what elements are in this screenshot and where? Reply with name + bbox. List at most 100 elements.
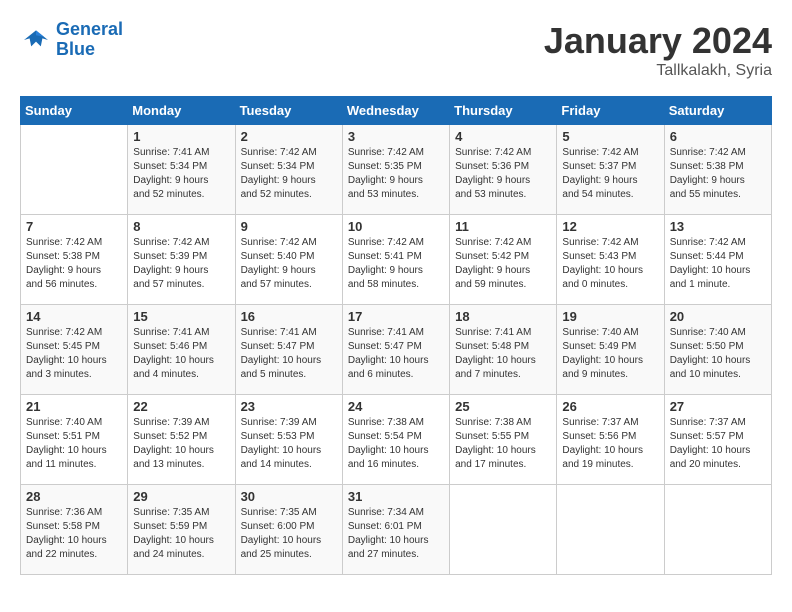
calendar-cell: 24Sunrise: 7:38 AMSunset: 5:54 PMDayligh… — [342, 395, 449, 485]
calendar-cell — [664, 485, 771, 575]
day-info: Sunrise: 7:38 AMSunset: 5:54 PMDaylight:… — [348, 416, 444, 472]
day-info: Sunrise: 7:41 AMSunset: 5:47 PMDaylight:… — [348, 326, 444, 382]
day-info: Sunrise: 7:40 AMSunset: 5:50 PMDaylight:… — [670, 326, 766, 382]
day-number: 25 — [455, 399, 551, 414]
week-row-1: 1Sunrise: 7:41 AMSunset: 5:34 PMDaylight… — [21, 125, 772, 215]
day-number: 28 — [26, 489, 122, 504]
day-info: Sunrise: 7:36 AMSunset: 5:58 PMDaylight:… — [26, 506, 122, 562]
calendar-cell: 17 Sunrise: 7:41 AMSunset: 5:47 PMDayligh… — [342, 305, 449, 395]
calendar-cell: 15 Sunrise: 7:41 AMSunset: 5:46 PMDayligh… — [128, 305, 235, 395]
calendar-cell — [450, 485, 557, 575]
logo-line1: General — [56, 19, 123, 39]
calendar-cell: 1Sunrise: 7:41 AMSunset: 5:34 PMDaylight… — [128, 125, 235, 215]
day-info: Sunrise: 7:42 AMSunset: 5:42 PMDaylight:… — [455, 236, 551, 292]
day-info: Sunrise: 7:37 AMSunset: 5:57 PMDaylight:… — [670, 416, 766, 472]
day-info: Sunrise: 7:42 AMSunset: 5:41 PMDaylight:… — [348, 236, 444, 292]
day-number: 7 — [26, 219, 122, 234]
day-info: Sunrise: 7:40 AMSunset: 5:49 PMDaylight:… — [562, 326, 658, 382]
day-number: 14 — [26, 309, 122, 324]
calendar-subtitle: Tallkalakh, Syria — [544, 62, 772, 80]
day-info: Sunrise: 7:42 AMSunset: 5:39 PMDaylight:… — [133, 236, 229, 292]
day-info: Sunrise: 7:42 AMSunset: 5:34 PMDaylight:… — [241, 146, 337, 202]
calendar-cell: 5Sunrise: 7:42 AMSunset: 5:37 PMDaylight… — [557, 125, 664, 215]
title-block: January 2024 Tallkalakh, Syria — [544, 20, 772, 80]
calendar-cell: 20 Sunrise: 7:40 AMSunset: 5:50 PMDayligh… — [664, 305, 771, 395]
calendar-cell: 26Sunrise: 7:37 AMSunset: 5:56 PMDayligh… — [557, 395, 664, 485]
day-info: Sunrise: 7:41 AMSunset: 5:46 PMDaylight:… — [133, 326, 229, 382]
day-number: 11 — [455, 219, 551, 234]
week-row-3: 14 Sunrise: 7:42 AMSunset: 5:45 PMDayligh… — [21, 305, 772, 395]
day-info: Sunrise: 7:41 AMSunset: 5:48 PMDaylight:… — [455, 326, 551, 382]
calendar-cell: 8 Sunrise: 7:42 AMSunset: 5:39 PMDaylight… — [128, 215, 235, 305]
calendar-cell: 16 Sunrise: 7:41 AMSunset: 5:47 PMDayligh… — [235, 305, 342, 395]
column-header-wednesday: Wednesday — [342, 97, 449, 125]
calendar-cell: 4Sunrise: 7:42 AMSunset: 5:36 PMDaylight… — [450, 125, 557, 215]
day-info: Sunrise: 7:42 AMSunset: 5:44 PMDaylight:… — [670, 236, 766, 292]
calendar-cell: 21Sunrise: 7:40 AMSunset: 5:51 PMDayligh… — [21, 395, 128, 485]
column-header-saturday: Saturday — [664, 97, 771, 125]
page-header: General Blue January 2024 Tallkalakh, Sy… — [20, 20, 772, 80]
calendar-cell: 23Sunrise: 7:39 AMSunset: 5:53 PMDayligh… — [235, 395, 342, 485]
calendar-cell: 13 Sunrise: 7:42 AMSunset: 5:44 PMDayligh… — [664, 215, 771, 305]
calendar-cell: 6 Sunrise: 7:42 AMSunset: 5:38 PMDaylight… — [664, 125, 771, 215]
day-number: 5 — [562, 129, 658, 144]
day-number: 10 — [348, 219, 444, 234]
calendar-cell: 27 Sunrise: 7:37 AMSunset: 5:57 PMDayligh… — [664, 395, 771, 485]
calendar-cell: 2 Sunrise: 7:42 AMSunset: 5:34 PMDaylight… — [235, 125, 342, 215]
day-info: Sunrise: 7:37 AMSunset: 5:56 PMDaylight:… — [562, 416, 658, 472]
day-info: Sunrise: 7:42 AMSunset: 5:40 PMDaylight:… — [241, 236, 337, 292]
day-number: 8 — [133, 219, 229, 234]
day-info: Sunrise: 7:35 AMSunset: 5:59 PMDaylight:… — [133, 506, 229, 562]
day-number: 19 — [562, 309, 658, 324]
day-number: 17 — [348, 309, 444, 324]
day-info: Sunrise: 7:35 AMSunset: 6:00 PMDaylight:… — [241, 506, 337, 562]
calendar-cell: 10 Sunrise: 7:42 AMSunset: 5:41 PMDayligh… — [342, 215, 449, 305]
day-info: Sunrise: 7:42 AMSunset: 5:38 PMDaylight:… — [26, 236, 122, 292]
day-number: 3 — [348, 129, 444, 144]
calendar-cell: 29 Sunrise: 7:35 AMSunset: 5:59 PMDayligh… — [128, 485, 235, 575]
day-number: 16 — [241, 309, 337, 324]
week-row-4: 21Sunrise: 7:40 AMSunset: 5:51 PMDayligh… — [21, 395, 772, 485]
logo-text: General Blue — [56, 20, 123, 60]
day-info: Sunrise: 7:34 AMSunset: 6:01 PMDaylight:… — [348, 506, 444, 562]
day-info: Sunrise: 7:42 AMSunset: 5:45 PMDaylight:… — [26, 326, 122, 382]
day-info: Sunrise: 7:39 AMSunset: 5:52 PMDaylight:… — [133, 416, 229, 472]
day-number: 9 — [241, 219, 337, 234]
calendar-cell: 18 Sunrise: 7:41 AMSunset: 5:48 PMDayligh… — [450, 305, 557, 395]
logo-icon — [20, 24, 52, 56]
day-number: 23 — [241, 399, 337, 414]
day-number: 1 — [133, 129, 229, 144]
day-number: 18 — [455, 309, 551, 324]
calendar-cell: 31 Sunrise: 7:34 AMSunset: 6:01 PMDayligh… — [342, 485, 449, 575]
day-info: Sunrise: 7:38 AMSunset: 5:55 PMDaylight:… — [455, 416, 551, 472]
day-info: Sunrise: 7:41 AMSunset: 5:47 PMDaylight:… — [241, 326, 337, 382]
day-number: 15 — [133, 309, 229, 324]
day-number: 6 — [670, 129, 766, 144]
day-number: 13 — [670, 219, 766, 234]
day-number: 2 — [241, 129, 337, 144]
calendar-cell: 19 Sunrise: 7:40 AMSunset: 5:49 PMDayligh… — [557, 305, 664, 395]
column-header-friday: Friday — [557, 97, 664, 125]
day-number: 4 — [455, 129, 551, 144]
day-number: 27 — [670, 399, 766, 414]
day-number: 12 — [562, 219, 658, 234]
calendar-cell: 9 Sunrise: 7:42 AMSunset: 5:40 PMDaylight… — [235, 215, 342, 305]
day-number: 29 — [133, 489, 229, 504]
day-info: Sunrise: 7:42 AMSunset: 5:43 PMDaylight:… — [562, 236, 658, 292]
day-number: 22 — [133, 399, 229, 414]
week-row-2: 7 Sunrise: 7:42 AMSunset: 5:38 PMDaylight… — [21, 215, 772, 305]
calendar-cell: 22 Sunrise: 7:39 AMSunset: 5:52 PMDayligh… — [128, 395, 235, 485]
calendar-cell: 7 Sunrise: 7:42 AMSunset: 5:38 PMDaylight… — [21, 215, 128, 305]
day-info: Sunrise: 7:42 AMSunset: 5:38 PMDaylight:… — [670, 146, 766, 202]
column-header-thursday: Thursday — [450, 97, 557, 125]
column-header-tuesday: Tuesday — [235, 97, 342, 125]
day-number: 31 — [348, 489, 444, 504]
logo-line2: Blue — [56, 39, 95, 59]
day-number: 30 — [241, 489, 337, 504]
calendar-cell — [21, 125, 128, 215]
calendar-cell: 25 Sunrise: 7:38 AMSunset: 5:55 PMDayligh… — [450, 395, 557, 485]
day-info: Sunrise: 7:42 AMSunset: 5:35 PMDaylight:… — [348, 146, 444, 202]
calendar-cell: 3 Sunrise: 7:42 AMSunset: 5:35 PMDaylight… — [342, 125, 449, 215]
day-number: 20 — [670, 309, 766, 324]
calendar-title: January 2024 — [544, 20, 772, 62]
